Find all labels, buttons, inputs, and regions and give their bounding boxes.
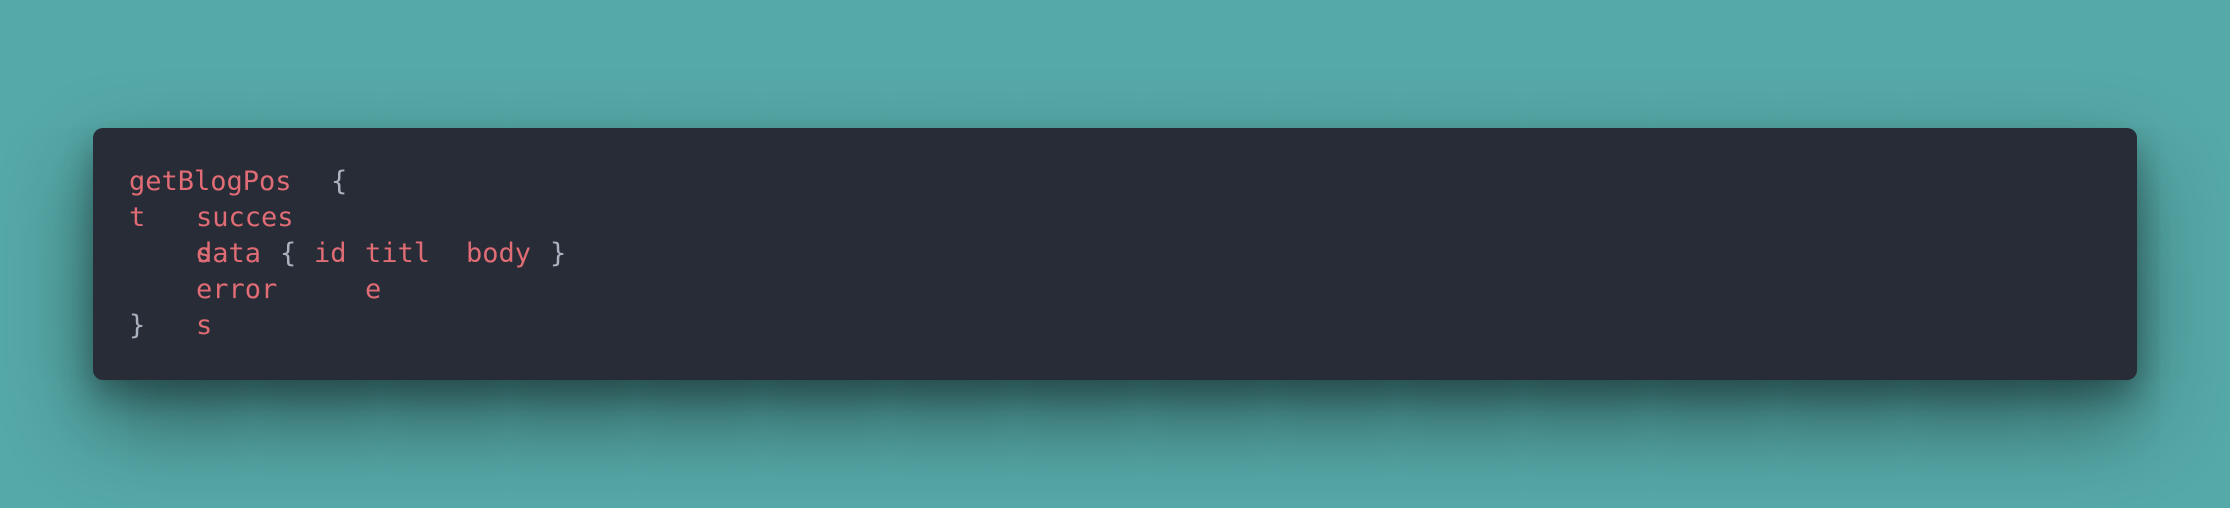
close-brace: }: [129, 310, 146, 341]
title-field-continued: e: [365, 274, 382, 305]
success-field: succes: [196, 202, 294, 233]
body-field: body: [466, 238, 532, 269]
data-open-brace: {: [280, 238, 297, 269]
title-field: titl: [365, 238, 431, 269]
code-area: getBlogPos t { succes s data { id titl e…: [93, 128, 2137, 380]
query-name-continued: t: [129, 202, 146, 233]
query-name: getBlogPos: [129, 166, 292, 197]
errors-field-continued: s: [196, 310, 213, 341]
code-window: getBlogPos t { succes s data { id titl e…: [93, 128, 2137, 380]
id-field: id: [314, 238, 347, 269]
data-field: data: [196, 238, 262, 269]
errors-field: error: [196, 274, 278, 305]
data-close-brace: }: [550, 238, 567, 269]
open-brace: {: [331, 166, 348, 197]
